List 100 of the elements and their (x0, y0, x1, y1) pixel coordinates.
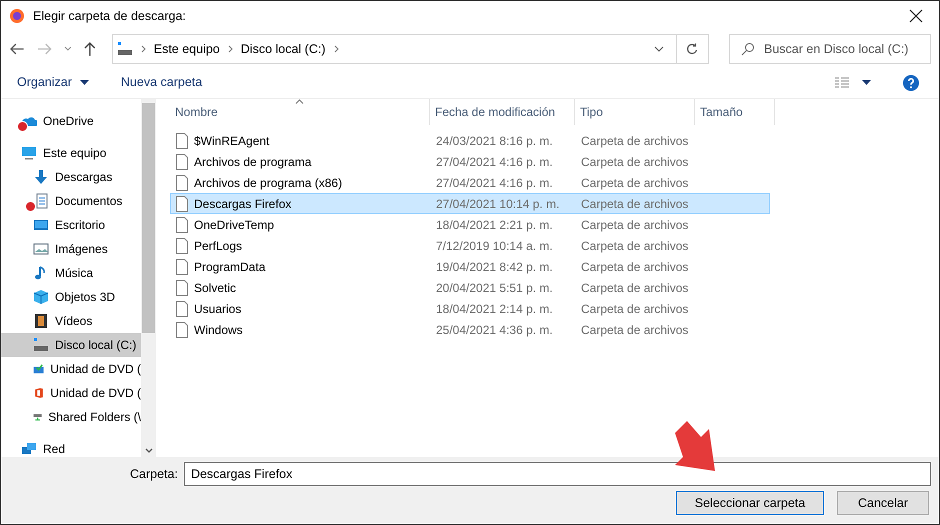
cube-icon (33, 289, 49, 305)
dropdown-caret-icon[interactable] (64, 46, 72, 52)
date-cell: 7/12/2019 10:14 a. m. (436, 238, 553, 252)
date-cell: 18/04/2021 2:14 p. m. (436, 302, 553, 316)
column-header[interactable]: Nombre (170, 99, 430, 125)
file-icon (176, 280, 188, 296)
new-folder-button[interactable]: Nueva carpeta (120, 73, 202, 92)
file-name: Solvetic (194, 280, 236, 296)
breadcrumb-item[interactable]: Disco local (C:) (240, 40, 326, 58)
file-row[interactable]: Windows 25/04/2021 4:36 p. m. Carpeta de archivos (170, 319, 770, 340)
file-icon (176, 238, 188, 254)
network-icon (21, 441, 37, 457)
type-cell: Carpeta de archivos (581, 260, 688, 274)
sidebar-item[interactable]: Vídeos (1, 309, 141, 333)
window-title: Elegir carpeta de descarga: (33, 8, 187, 25)
file-icon (176, 174, 188, 190)
chevron-icon (334, 45, 339, 53)
search-icon (740, 42, 755, 56)
download-icon (33, 169, 49, 185)
file-name: PerfLogs (194, 238, 242, 254)
file-name: Archivos de programa (x86) (194, 174, 342, 192)
date-cell: 18/04/2021 2:21 p. m. (436, 218, 553, 232)
dropdown-chevron-icon[interactable] (654, 46, 664, 52)
column-header[interactable]: Fecha de modificación (430, 99, 575, 125)
folder-label: Carpeta: (130, 466, 178, 483)
caret-icon[interactable] (862, 80, 871, 85)
file-row[interactable]: OneDriveTemp 18/04/2021 2:21 p. m. Carpeta de archivos (170, 214, 770, 235)
type-cell: Carpeta de archivos (581, 176, 688, 190)
desktop-icon (33, 217, 49, 233)
file-row[interactable]: Archivos de programa (x86) 27/04/2021 4:16 p. m. Carpeta de archivos (170, 172, 770, 193)
film-icon (33, 313, 49, 329)
file-icon (176, 154, 188, 170)
drive-icon (116, 42, 133, 56)
search-field[interactable]: Buscar en Disco local (C:) (728, 34, 931, 64)
chevron-icon (228, 45, 233, 53)
back-arrow-icon[interactable] (9, 42, 25, 56)
pc-icon (21, 145, 37, 161)
chevron-icon (140, 45, 146, 53)
file-row[interactable]: $WinREAgent 24/03/2021 8:16 p. m. Carpeta de archivos (170, 130, 770, 151)
date-cell: 25/04/2021 4:36 p. m. (436, 322, 553, 336)
office-icon (33, 385, 44, 401)
sidebar-item[interactable]: Descargas (1, 165, 141, 189)
organize-menu-button[interactable]: Organizar (17, 73, 89, 92)
folder-name-field[interactable]: Descargas Firefox (184, 462, 931, 486)
file-name: Archivos de programa (194, 154, 312, 170)
file-row[interactable]: Archivos de programa 27/04/2021 4:16 p. m. Carpeta de archivos (170, 151, 770, 172)
file-icon (176, 258, 188, 274)
sidebar-item[interactable]: OneDrive (1, 109, 141, 133)
sidebar-item[interactable]: Este equipo (1, 141, 141, 165)
scrollbar-thumb[interactable] (142, 103, 155, 333)
sidebar-item[interactable]: Música (1, 261, 141, 285)
sidebar-item[interactable]: Red (1, 437, 141, 457)
images-icon (33, 241, 49, 257)
breadcrumb-item[interactable]: Este equipo (154, 40, 220, 58)
date-cell: 24/03/2021 8:16 p. m. (436, 134, 553, 148)
file-name: Windows (194, 322, 243, 338)
sidebar-item[interactable]: Objetos 3D (1, 285, 141, 309)
sidebar-item[interactable]: Documentos (1, 189, 141, 213)
file-icon (176, 132, 188, 148)
date-cell: 27/04/2021 10:14 p. m. (436, 196, 560, 210)
close-icon[interactable] (909, 9, 923, 23)
type-cell: Carpeta de archivos (581, 196, 688, 210)
type-cell: Carpeta de archivos (581, 302, 688, 316)
column-header[interactable]: Tamaño (695, 99, 775, 125)
file-row[interactable]: Solvetic 20/04/2021 5:51 p. m. Carpeta de archivos (170, 277, 770, 298)
help-icon[interactable] (903, 74, 919, 90)
date-cell: 20/04/2021 5:51 p. m. (436, 280, 553, 294)
address-bar[interactable]: Este equipo Disco local (C:) (112, 34, 709, 64)
type-cell: Carpeta de archivos (581, 238, 688, 252)
up-arrow-icon[interactable] (84, 41, 96, 57)
sidebar-item[interactable]: Shared Folders (\ (1, 405, 141, 429)
sidebar-item[interactable]: Unidad de DVD ( (1, 357, 141, 381)
file-icon (176, 300, 188, 316)
file-row[interactable]: ProgramData 19/04/2021 8:42 p. m. Carpeta de archivos (170, 256, 770, 277)
type-cell: Carpeta de archivos (581, 134, 688, 148)
scroll-down-icon[interactable] (144, 448, 152, 453)
select-folder-button[interactable]: Seleccionar carpeta (676, 491, 824, 515)
sidebar-item[interactable]: Disco local (C:) (1, 333, 141, 357)
type-cell: Carpeta de archivos (581, 218, 688, 232)
date-cell: 27/04/2021 4:16 p. m. (436, 154, 553, 168)
cancel-button[interactable]: Cancelar (837, 491, 929, 515)
sidebar-item[interactable]: Imágenes (1, 237, 141, 261)
type-cell: Carpeta de archivos (581, 154, 688, 168)
file-row[interactable]: PerfLogs 7/12/2019 10:14 a. m. Carpeta de archivos (170, 235, 770, 256)
drive-icon (33, 337, 49, 353)
type-cell: Carpeta de archivos (581, 280, 688, 294)
file-row[interactable]: Usuarios 18/04/2021 2:14 p. m. Carpeta de archivos (170, 298, 770, 319)
browser-logo-icon (9, 8, 25, 24)
file-name: Descargas Firefox (194, 196, 292, 212)
file-row[interactable]: Descargas Firefox 27/04/2021 10:14 p. m. Carpeta de archivos (170, 193, 770, 214)
file-icon (176, 196, 188, 212)
sidebar-item[interactable]: Unidad de DVD ( (1, 381, 141, 405)
column-header[interactable]: Tipo (575, 99, 695, 125)
sidebar-item[interactable]: Escritorio (1, 213, 141, 237)
caret-icon (80, 80, 89, 85)
view-options-icon[interactable] (834, 76, 850, 88)
date-cell: 19/04/2021 8:42 p. m. (436, 260, 553, 274)
refresh-icon[interactable] (686, 43, 698, 55)
type-cell: Carpeta de archivos (581, 322, 688, 336)
file-name: OneDriveTemp (194, 216, 274, 234)
